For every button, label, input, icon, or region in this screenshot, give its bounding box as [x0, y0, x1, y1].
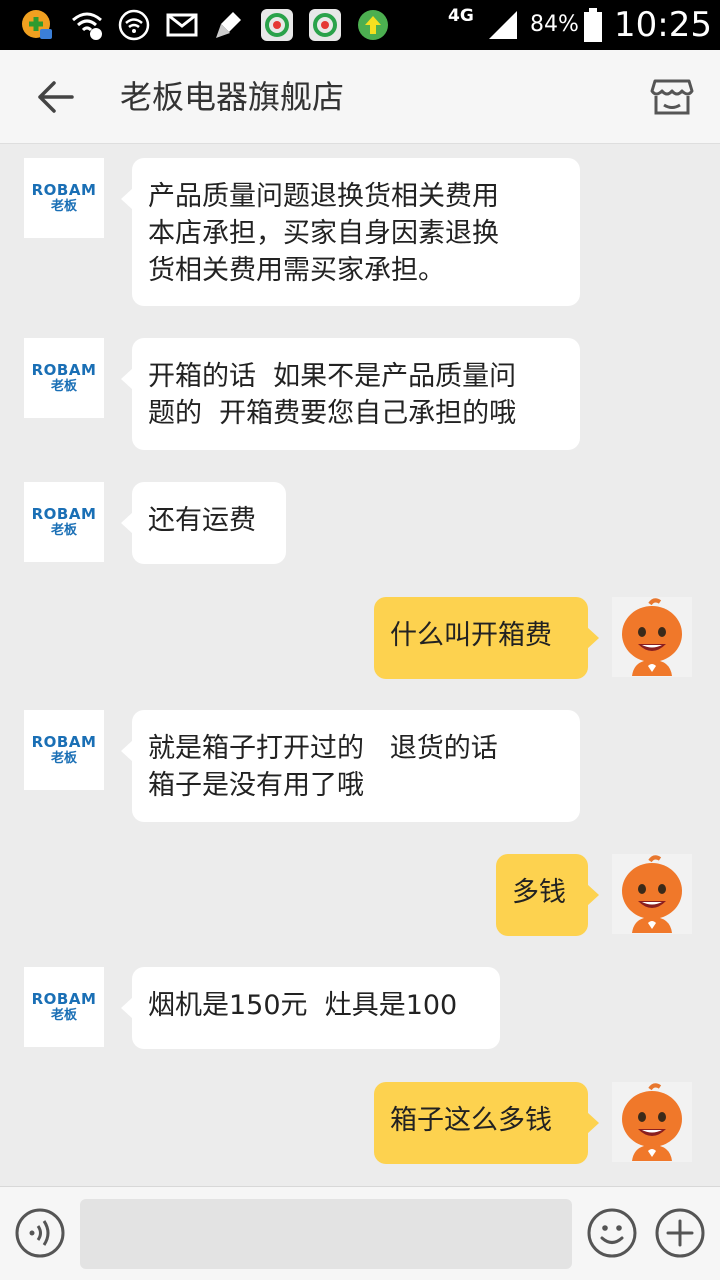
brand-logo-cn: 老板: [50, 379, 77, 394]
wifi-question-icon: [68, 8, 106, 42]
message-input[interactable]: [80, 1199, 572, 1269]
user-avatar[interactable]: [612, 1082, 692, 1162]
clock: 10:25: [614, 5, 712, 45]
brand-logo-cn: 老板: [50, 1008, 77, 1023]
voice-button[interactable]: [14, 1207, 66, 1259]
back-button[interactable]: [28, 72, 84, 122]
wifi-icon: [116, 8, 152, 42]
cartoon-avatar-icon: [622, 1083, 682, 1161]
shop-avatar[interactable]: ROBAM 老板: [24, 158, 104, 238]
message-bubble-self[interactable]: 多钱: [496, 854, 599, 936]
cartoon-avatar-icon: [622, 855, 682, 933]
shop-avatar[interactable]: ROBAM 老板: [24, 967, 104, 1047]
message-bubble[interactable]: 就是箱子打开过的 退货的话 箱子是没有用了哦: [121, 710, 580, 822]
brand-logo-text: ROBAM: [31, 505, 97, 523]
mail-icon: [164, 8, 200, 42]
battery-icon: [582, 8, 604, 42]
emoji-button[interactable]: [586, 1207, 638, 1259]
shop-icon: [650, 79, 694, 115]
brand-logo-cn: 老板: [50, 751, 77, 766]
message-bubble[interactable]: 产品质量问题退换货相关费用 本店承担，买家自身因素退换 货相关费用需买家承担。: [121, 158, 580, 306]
battery-percent: 84%: [530, 12, 579, 37]
status-bar: 4G 84% 10:25: [0, 0, 720, 50]
cleaner-icon: [210, 8, 248, 42]
message-bubble-self[interactable]: 什么叫开箱费: [374, 597, 599, 679]
brand-logo-text: ROBAM: [31, 733, 97, 751]
plus-icon: [655, 1208, 705, 1258]
app-icon-2: [306, 8, 344, 42]
shop-button[interactable]: [644, 72, 700, 122]
emoji-icon: [587, 1208, 637, 1258]
signal-icon: [484, 8, 522, 42]
message-bubble[interactable]: 开箱的话 如果不是产品质量问 题的 开箱费要您自己承担的哦: [121, 338, 580, 450]
app-icon-1: [258, 8, 296, 42]
shop-avatar[interactable]: ROBAM 老板: [24, 710, 104, 790]
page-title: 老板电器旗舰店: [120, 78, 345, 116]
message-bubble[interactable]: 烟机是150元 灶具是100: [121, 967, 500, 1049]
cartoon-avatar-icon: [622, 598, 682, 676]
message-bubble-self[interactable]: 箱子这么多钱: [374, 1082, 599, 1164]
arrow-left-icon: [38, 81, 74, 113]
upload-icon: [354, 8, 392, 42]
shop-avatar[interactable]: ROBAM 老板: [24, 482, 104, 562]
user-avatar[interactable]: [612, 597, 692, 677]
chat-header: 老板电器旗舰店: [0, 50, 720, 144]
brand-logo-cn: 老板: [50, 523, 77, 538]
brand-logo-cn: 老板: [50, 199, 77, 214]
brand-logo-text: ROBAM: [31, 990, 97, 1008]
input-bar: [0, 1186, 720, 1280]
brand-logo-text: ROBAM: [31, 361, 97, 379]
network-label: 4G: [448, 6, 474, 26]
voice-icon: [15, 1208, 65, 1258]
message-bubble[interactable]: 还有运费: [121, 482, 286, 564]
shop-avatar[interactable]: ROBAM 老板: [24, 338, 104, 418]
app-notification-icon: [18, 8, 56, 42]
user-avatar[interactable]: [612, 854, 692, 934]
brand-logo-text: ROBAM: [31, 181, 97, 199]
more-options-button[interactable]: [654, 1207, 706, 1259]
